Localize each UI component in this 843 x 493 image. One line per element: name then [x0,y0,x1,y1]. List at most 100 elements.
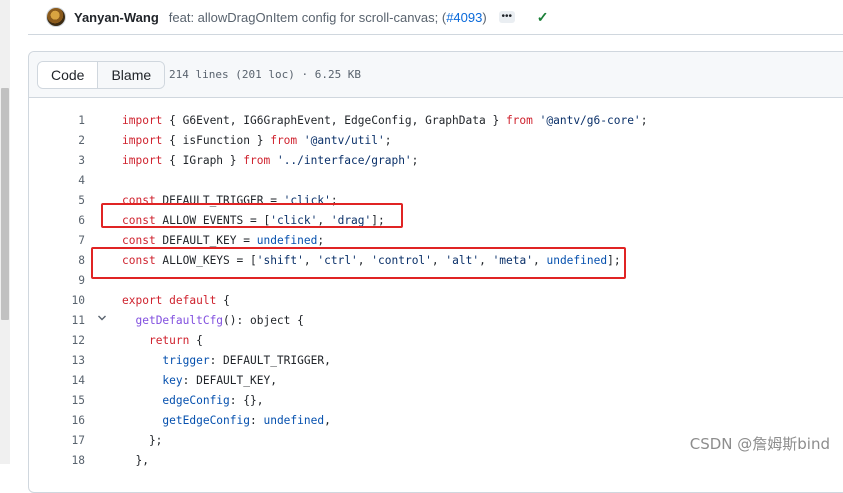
pr-link[interactable]: #4093 [446,10,482,25]
code-token: (): object { [223,314,304,327]
code-token: , [303,254,318,267]
left-scrollbar[interactable] [0,0,10,464]
code-text: getDefaultCfg(): object { [122,311,304,331]
line-number[interactable]: 3 [49,151,85,171]
line-number[interactable]: 6 [49,211,85,231]
code-token: const [122,214,156,227]
code-token: ; [384,134,392,147]
code-text: const ALLOW_KEYS = ['shift', 'ctrl', 'co… [122,251,621,271]
code-token: , [317,214,331,227]
line-number[interactable]: 4 [49,171,85,191]
code-line: 16 getEdgeConfig: undefined, [29,411,843,431]
code-token: , [357,254,372,267]
code-token: from [243,154,271,167]
commit-message-close: ) [482,9,487,25]
line-number[interactable]: 7 [49,231,85,251]
line-number[interactable]: 18 [49,451,85,471]
line-number[interactable]: 2 [49,131,85,151]
code-token: export [122,294,163,307]
code-token: '../interface/graph' [276,154,412,167]
file-meta: 214 lines (201 loc) · 6.25 KB [169,68,362,81]
code-token: trigger [162,354,210,367]
code-token: 'click' [270,214,318,227]
code-text: getEdgeConfig: undefined, [122,411,330,431]
scrollbar-thumb[interactable] [1,88,9,320]
line-number[interactable]: 16 [49,411,85,431]
code-token: { IGraph } [162,154,244,167]
code-token: ; [317,234,325,247]
code-text: const ALLOW_EVENTS = ['click', 'drag']; [122,211,385,231]
line-number[interactable]: 13 [49,351,85,371]
code-token: 'click' [283,194,331,207]
line-number[interactable]: 14 [49,371,85,391]
code-token: undefined [263,414,325,427]
expand-commit-button[interactable]: ••• [498,11,515,23]
code-token: , [532,254,547,267]
code-text: const DEFAULT_TRIGGER = 'click'; [122,191,338,211]
code-token: { isFunction } [162,134,271,147]
code-text: const DEFAULT_KEY = undefined; [122,231,324,251]
line-number[interactable]: 15 [49,391,85,411]
code-token: }, [122,454,149,467]
code-line: 11 getDefaultCfg(): object { [29,311,843,331]
code-line: 1 import { G6Event, IG6GraphEvent, EdgeCo… [29,111,843,131]
code-line: 2 import { isFunction } from '@antv/util'… [29,131,843,151]
line-number[interactable]: 11 [49,311,85,331]
line-number[interactable]: 1 [49,111,85,131]
code-token: key [162,374,183,387]
code-token: 'ctrl' [317,254,358,267]
code-token: import [122,134,163,147]
chevron-down-icon[interactable] [97,311,107,331]
code-token: ALLOW_KEYS = [ [155,254,257,267]
line-number[interactable]: 10 [49,291,85,311]
code-text: trigger: DEFAULT_TRIGGER, [122,351,331,371]
code-token: undefined [546,254,608,267]
tab-code[interactable]: Code [38,62,99,88]
code-token: 'control' [371,254,432,267]
file-viewer: Code Blame 214 lines (201 loc) · 6.25 KB… [28,51,843,493]
code-token: , [431,254,446,267]
line-number[interactable]: 12 [49,331,85,351]
tab-blame[interactable]: Blame [98,62,165,88]
check-icon[interactable]: ✓ [537,9,549,26]
line-number[interactable]: 9 [49,271,85,291]
code-text: export default { [122,291,230,311]
code-token: const [122,234,156,247]
line-number[interactable]: 5 [49,191,85,211]
code-listing: 1 import { G6Event, IG6GraphEvent, EdgeCo… [29,111,843,471]
code-blame-toggle: Code Blame [37,61,166,89]
code-token: , [479,254,493,267]
code-token: { [216,294,230,307]
code-token: getEdgeConfig [162,414,250,427]
code-text: }; [122,431,162,451]
code-token: : [249,414,264,427]
code-token: 'drag' [330,214,372,227]
code-text: import { G6Event, IG6GraphEvent, EdgeCon… [122,111,647,131]
line-number[interactable]: 17 [49,431,85,451]
commit-message[interactable]: feat: allowDragOnItem config for scroll-… [169,10,487,25]
code-token: import [122,114,163,127]
file-header: Code Blame 214 lines (201 loc) · 6.25 KB [29,52,843,98]
code-text: edgeConfig: {}, [122,391,263,411]
code-token: const [122,194,156,207]
code-token: { [189,334,203,347]
latest-commit-bar: Yanyan-Wang feat: allowDragOnItem config… [28,0,843,35]
code-token: import [122,154,163,167]
commit-message-text[interactable]: feat: allowDragOnItem config for scroll-… [169,10,446,25]
author-avatar[interactable] [46,7,66,27]
code-text: key: DEFAULT_KEY, [122,371,277,391]
commit-author[interactable]: Yanyan-Wang [74,10,159,25]
line-number[interactable]: 8 [49,251,85,271]
code-token: : DEFAULT_TRIGGER, [209,354,331,367]
code-line: 3 import { IGraph } from '../interface/gr… [29,151,843,171]
code-token: ; [640,114,648,127]
code-line: 9 [29,271,843,291]
code-token: ]; [607,254,621,267]
code-token: }; [122,434,163,447]
code-line: 13 trigger: DEFAULT_TRIGGER, [29,351,843,371]
